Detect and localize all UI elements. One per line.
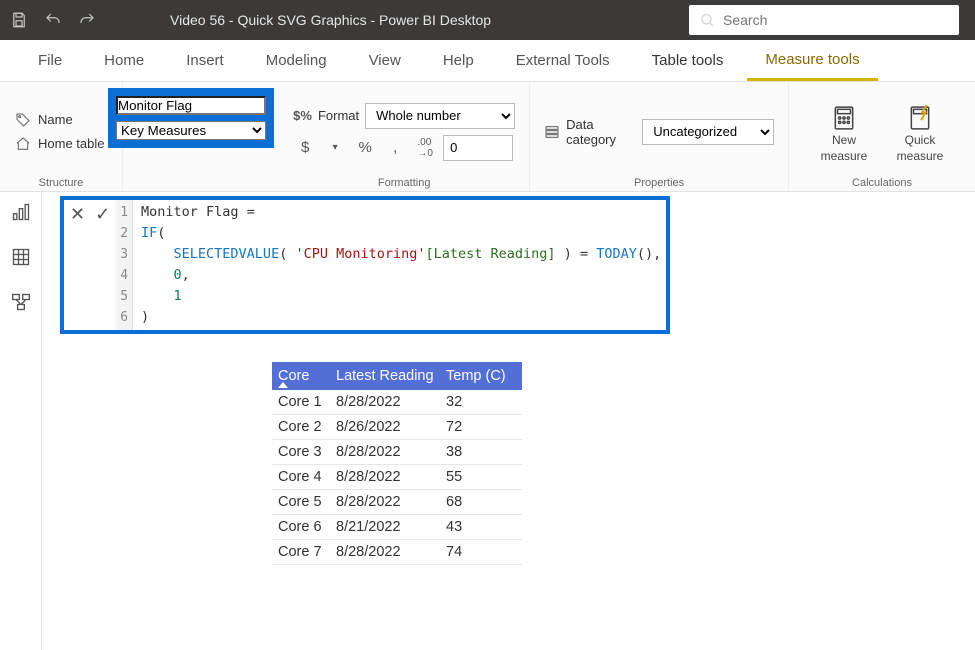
cell-core: Core 1 xyxy=(272,390,332,414)
tab-view[interactable]: View xyxy=(351,40,419,81)
home-table-label: Home table xyxy=(38,136,108,151)
formula-bar[interactable]: ✕ ✓ 1 2 3 4 5 6 Monitor Flag = IF( SELEC… xyxy=(60,196,670,334)
tag-icon xyxy=(14,111,32,129)
home-icon xyxy=(14,135,32,153)
format-label: Format xyxy=(318,108,359,123)
ribbon-group-structure: Name Home table Structure xyxy=(0,82,123,191)
decimal-shift-button[interactable]: .00→0 xyxy=(413,136,437,160)
table-row[interactable]: Core 78/28/202274 xyxy=(272,540,522,565)
cell-core: Core 3 xyxy=(272,440,332,464)
data-view-icon[interactable] xyxy=(11,247,31,270)
column-latest-reading[interactable]: Latest Reading xyxy=(332,362,442,390)
model-view-icon[interactable] xyxy=(11,292,31,315)
data-category-label: Data category xyxy=(566,117,636,147)
formula-code[interactable]: Monitor Flag = IF( SELECTEDVALUE( 'CPU M… xyxy=(133,200,669,330)
tab-insert[interactable]: Insert xyxy=(168,40,242,81)
category-icon xyxy=(544,123,560,141)
format-select[interactable]: Whole number xyxy=(365,103,515,129)
cancel-formula-icon[interactable]: ✕ xyxy=(70,204,85,225)
table-row[interactable]: Core 38/28/202238 xyxy=(272,440,522,465)
properties-group-label: Properties xyxy=(634,175,684,189)
cell-temp: 32 xyxy=(442,390,522,414)
cell-temp: 74 xyxy=(442,540,522,564)
sort-ascending-icon xyxy=(278,382,288,388)
name-label: Name xyxy=(38,112,108,127)
search-input[interactable] xyxy=(723,12,923,28)
tab-file[interactable]: File xyxy=(20,40,80,81)
tab-help[interactable]: Help xyxy=(425,40,492,81)
column-core[interactable]: Core xyxy=(272,362,332,390)
table-row[interactable]: Core 58/28/202268 xyxy=(272,490,522,515)
app-title: Video 56 - Quick SVG Graphics - Power BI… xyxy=(170,12,491,28)
tab-measure-tools[interactable]: Measure tools xyxy=(747,40,877,81)
measure-fields-highlight: Key Measures xyxy=(108,88,274,148)
cell-temp: 38 xyxy=(442,440,522,464)
table-header[interactable]: Core Latest Reading Temp (C) xyxy=(272,362,522,390)
cell-latest: 8/28/2022 xyxy=(332,390,442,414)
new-measure-button[interactable]: New measure xyxy=(815,105,873,163)
cell-core: Core 7 xyxy=(272,540,332,564)
quick-measure-button[interactable]: Quick measure xyxy=(891,105,949,163)
percent-button[interactable]: % xyxy=(353,136,377,160)
table-row[interactable]: Core 28/26/202272 xyxy=(272,415,522,440)
calculator-lightning-icon xyxy=(907,105,933,131)
search-icon xyxy=(699,12,715,28)
cell-latest: 8/28/2022 xyxy=(332,440,442,464)
currency-button[interactable]: $ xyxy=(293,136,317,160)
currency-chevron-icon[interactable]: ▾ xyxy=(323,136,347,160)
calculator-icon xyxy=(831,105,857,131)
save-icon[interactable] xyxy=(8,9,30,31)
cell-latest: 8/26/2022 xyxy=(332,415,442,439)
cell-core: Core 4 xyxy=(272,465,332,489)
cell-latest: 8/28/2022 xyxy=(332,490,442,514)
tab-home[interactable]: Home xyxy=(86,40,162,81)
ribbon-tabs: File Home Insert Modeling View Help Exte… xyxy=(0,40,975,82)
ribbon-group-calculations: New measure Quick measure Calculations xyxy=(789,82,975,191)
structure-group-label: Structure xyxy=(39,175,84,189)
decimals-input[interactable] xyxy=(443,135,513,161)
ribbon-group-properties: Data category Uncategorized Properties xyxy=(530,82,789,191)
table-visual[interactable]: Core Latest Reading Temp (C) Core 18/28/… xyxy=(272,362,522,565)
search-box[interactable] xyxy=(689,5,959,35)
measure-name-input[interactable] xyxy=(116,96,266,115)
view-rail xyxy=(0,192,42,650)
calculations-group-label: Calculations xyxy=(852,175,912,189)
formula-gutter: 1 2 3 4 5 6 xyxy=(116,200,133,330)
ribbon-group-formatting: $% Format Whole number $ ▾ % , .00→0 For… xyxy=(279,82,530,191)
cell-latest: 8/21/2022 xyxy=(332,515,442,539)
undo-icon[interactable] xyxy=(42,9,64,31)
table-row[interactable]: Core 48/28/202255 xyxy=(272,465,522,490)
cell-core: Core 6 xyxy=(272,515,332,539)
commit-formula-icon[interactable]: ✓ xyxy=(95,204,110,225)
cell-temp: 55 xyxy=(442,465,522,489)
column-temp[interactable]: Temp (C) xyxy=(442,362,522,390)
cell-latest: 8/28/2022 xyxy=(332,540,442,564)
table-row[interactable]: Core 68/21/202243 xyxy=(272,515,522,540)
report-view-icon[interactable] xyxy=(11,202,31,225)
thousands-button[interactable]: , xyxy=(383,136,407,160)
data-category-select[interactable]: Uncategorized xyxy=(642,119,774,145)
cell-latest: 8/28/2022 xyxy=(332,465,442,489)
cell-temp: 68 xyxy=(442,490,522,514)
home-table-select[interactable]: Key Measures xyxy=(116,121,266,140)
cell-temp: 72 xyxy=(442,415,522,439)
main-area: ✕ ✓ 1 2 3 4 5 6 Monitor Flag = IF( SELEC… xyxy=(0,192,975,650)
formatting-group-label: Formatting xyxy=(378,175,431,189)
tab-table-tools[interactable]: Table tools xyxy=(634,40,742,81)
report-canvas[interactable]: ✕ ✓ 1 2 3 4 5 6 Monitor Flag = IF( SELEC… xyxy=(42,192,975,650)
titlebar: Video 56 - Quick SVG Graphics - Power BI… xyxy=(0,0,975,40)
cell-temp: 43 xyxy=(442,515,522,539)
percent-dollar-icon: $% xyxy=(293,108,312,123)
table-row[interactable]: Core 18/28/202232 xyxy=(272,390,522,415)
cell-core: Core 5 xyxy=(272,490,332,514)
tab-modeling[interactable]: Modeling xyxy=(248,40,345,81)
table-body: Core 18/28/202232Core 28/26/202272Core 3… xyxy=(272,390,522,565)
cell-core: Core 2 xyxy=(272,415,332,439)
tab-external-tools[interactable]: External Tools xyxy=(498,40,628,81)
ribbon-body: Name Home table Structure Key Measures $… xyxy=(0,82,975,192)
redo-icon[interactable] xyxy=(76,9,98,31)
